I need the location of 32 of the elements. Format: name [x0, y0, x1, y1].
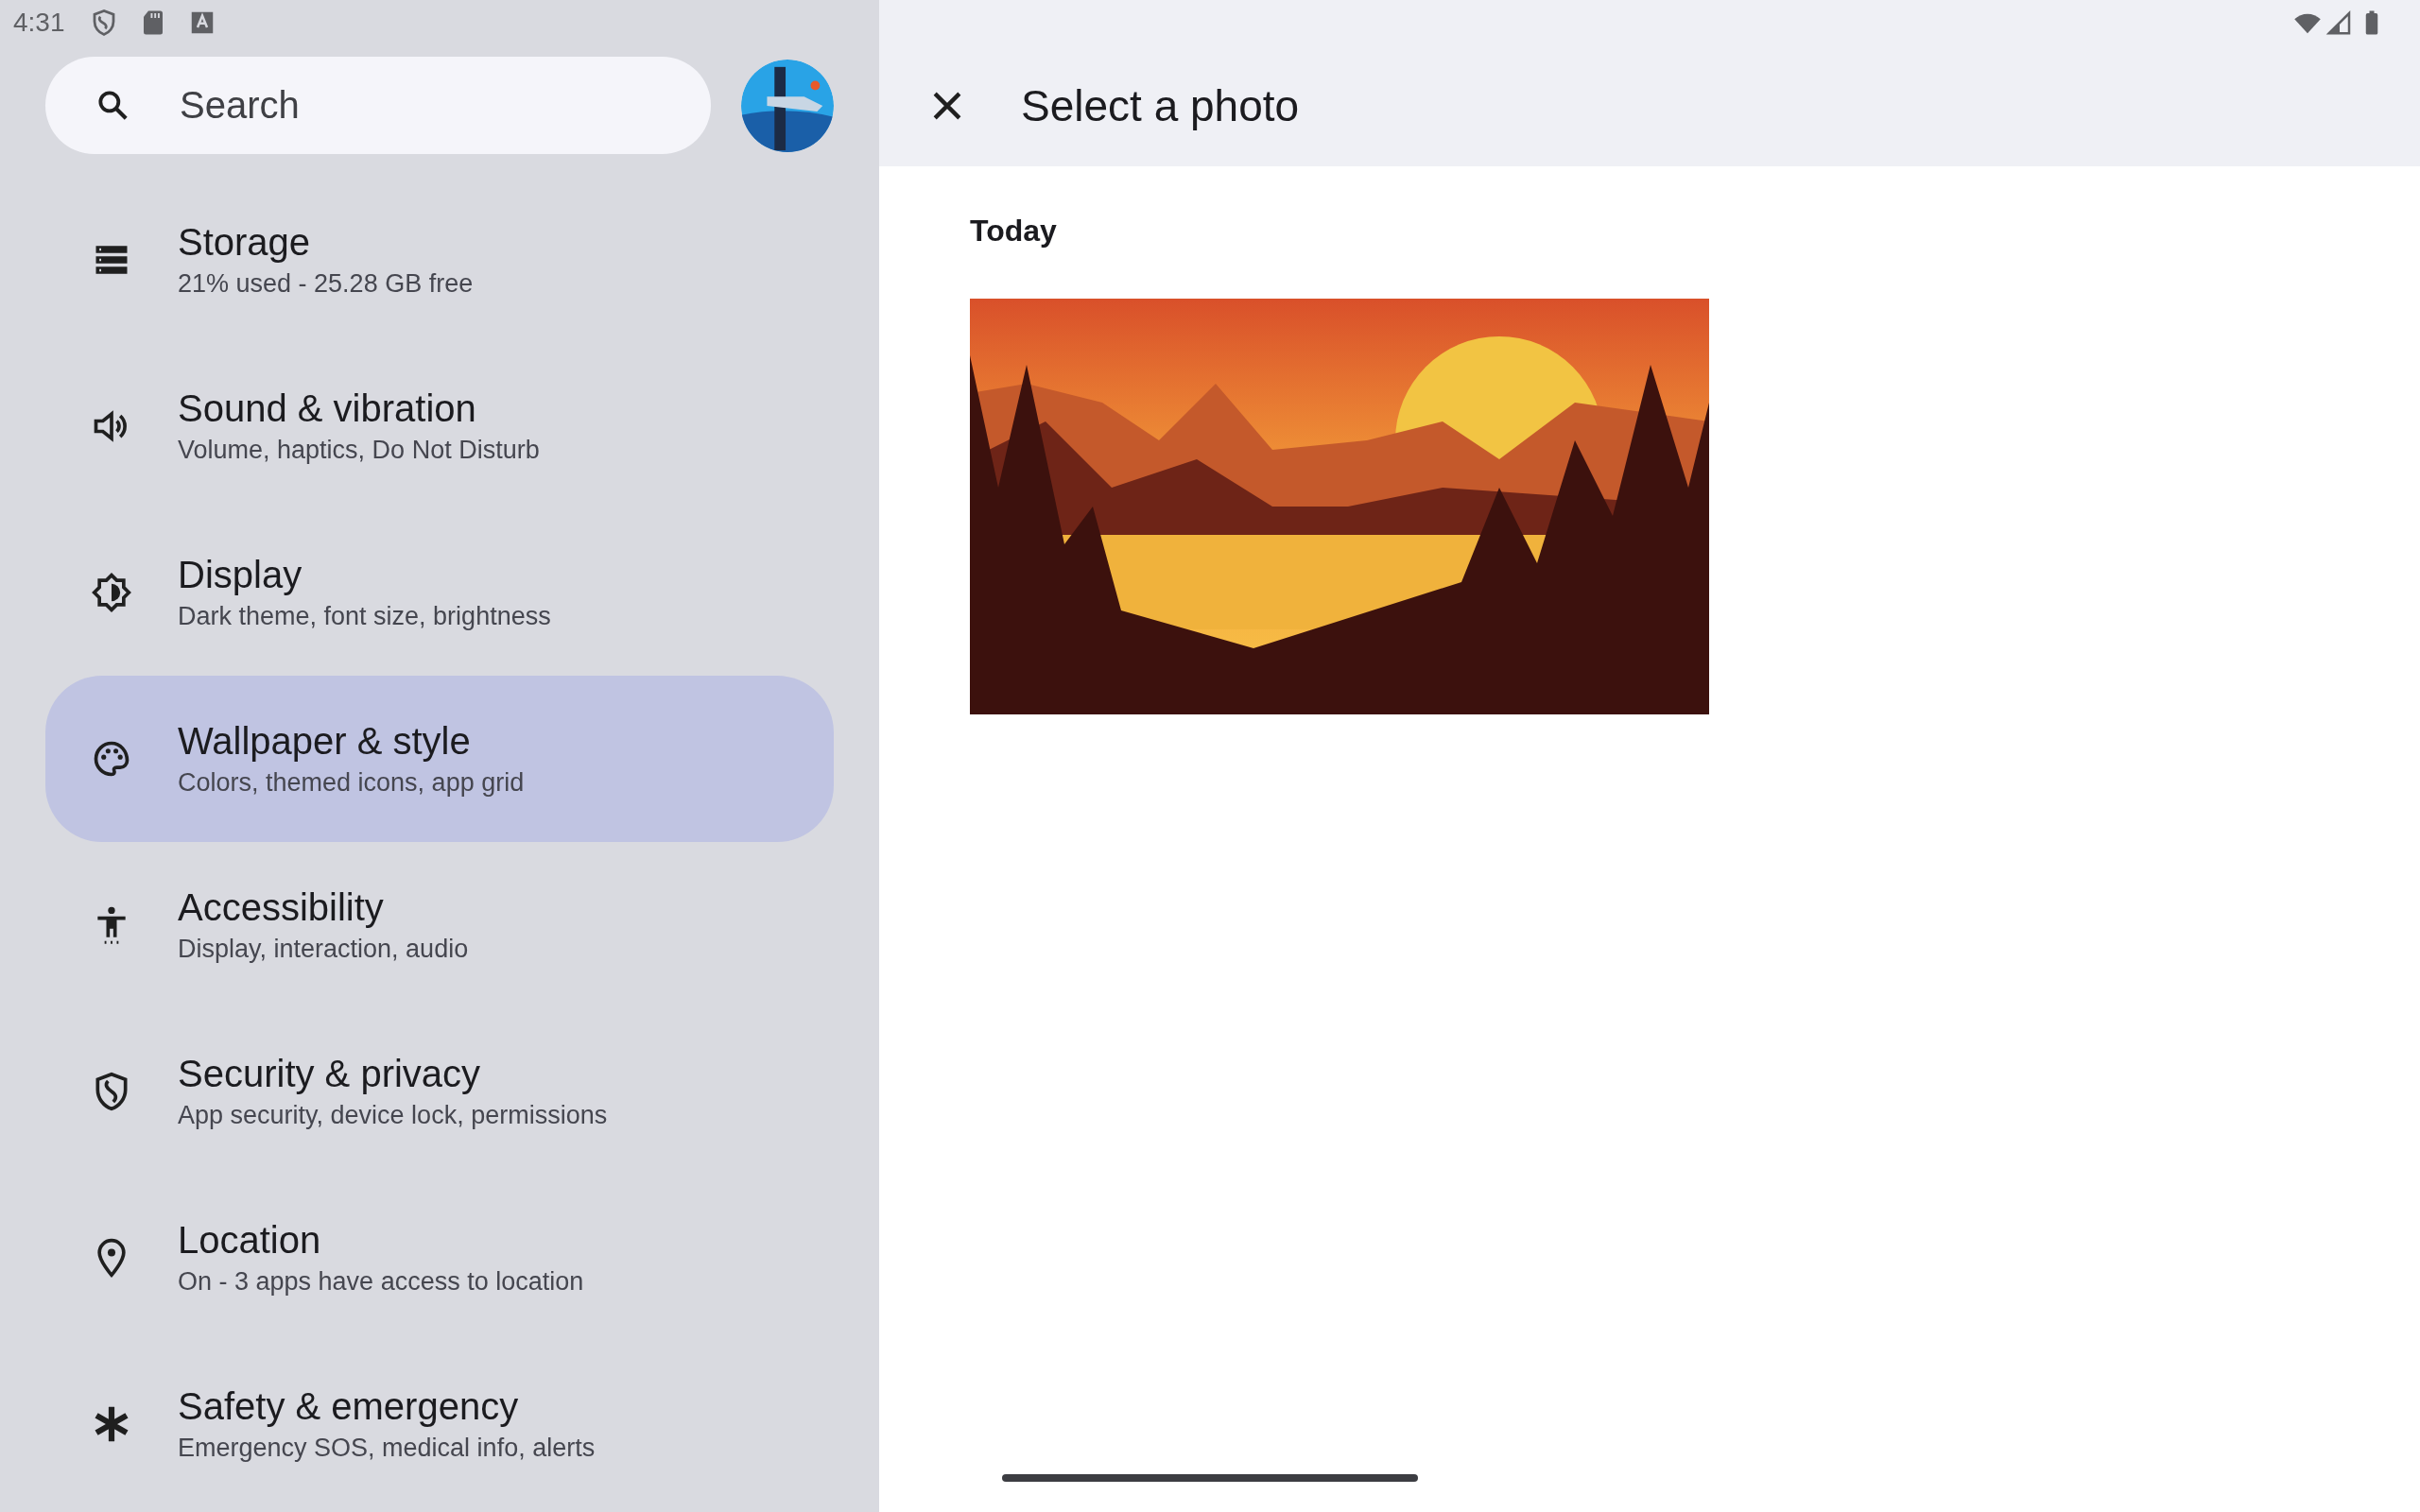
item-subtitle: Emergency SOS, medical info, alerts [178, 1434, 596, 1463]
item-title: Sound & vibration [178, 387, 477, 430]
item-title: Display [178, 554, 303, 596]
item-title: Security & privacy [178, 1053, 482, 1095]
navigation-handle[interactable] [1002, 1474, 1418, 1482]
settings-item[interactable]: Safety & emergency Emergency SOS, medical info, alerts [45, 1341, 834, 1507]
settings-item[interactable]: Security & privacy App security, device lock, permissions [45, 1008, 834, 1175]
item-subtitle: Volume, haptics, Do Not Disturb [178, 436, 540, 465]
item-title: Wallpaper & style [178, 720, 472, 763]
brightness-icon [91, 572, 132, 613]
avatar-picture[interactable] [741, 59, 834, 152]
item-subtitle: On - 3 apps have access to location [178, 1267, 584, 1297]
search-field[interactable]: Search [45, 57, 711, 154]
item-title: Storage [178, 221, 312, 264]
item-title: Location [178, 1219, 322, 1262]
item-subtitle: Dark theme, font size, brightness [178, 602, 551, 631]
status-time: 4:31 [13, 8, 65, 38]
settings-item[interactable]: Accessibility Display, interaction, audio [45, 842, 834, 1008]
sunset-landscape-thumbnail[interactable] [970, 299, 1709, 714]
item-subtitle: Colors, themed icons, app grid [178, 768, 525, 798]
section-heading: Today [970, 214, 1058, 249]
settings-item[interactable]: Wallpaper & style Colors, themed icons, app grid [45, 676, 834, 842]
settings-item[interactable]: Location On - 3 apps have access to location [45, 1175, 834, 1341]
item-subtitle: App security, device lock, permissions [178, 1101, 608, 1130]
item-title: Accessibility [178, 886, 385, 929]
item-title: Safety & emergency [178, 1385, 520, 1428]
item-subtitle: 21% used - 25.28 GB free [178, 269, 474, 299]
settings-item[interactable]: Storage 21% used - 25.28 GB free [45, 177, 834, 343]
settings-item[interactable]: Display Dark theme, font size, brightness [45, 509, 834, 676]
dialog-title: Select a photo [1021, 80, 1300, 131]
settings-item[interactable]: Sound & vibration Volume, haptics, Do Not Disturb [45, 343, 834, 509]
item-subtitle: Display, interaction, audio [178, 935, 469, 964]
